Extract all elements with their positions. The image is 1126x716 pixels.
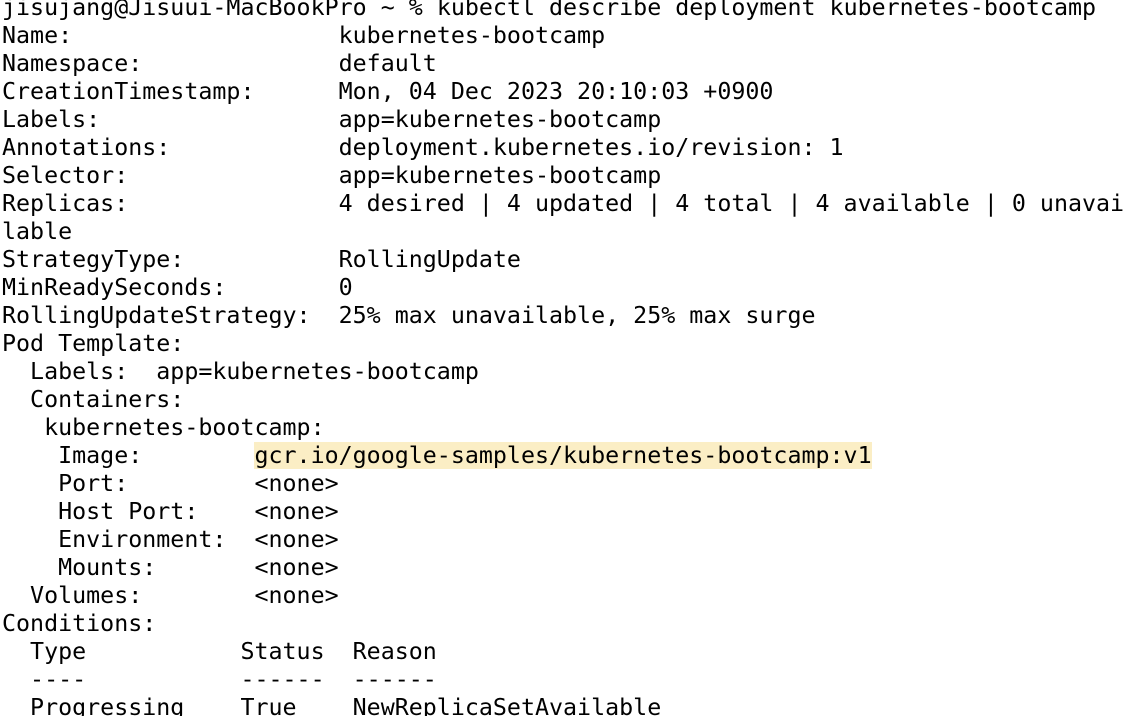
output-line: lable bbox=[2, 218, 73, 245]
output-line: Labels: app=kubernetes-bootcamp bbox=[2, 106, 662, 133]
output-line: Port: <none> bbox=[2, 470, 339, 497]
output-line: Labels: app=kubernetes-bootcamp bbox=[2, 358, 479, 385]
output-line: Type Status Reason bbox=[2, 638, 437, 665]
output-line: StrategyType: RollingUpdate bbox=[2, 246, 521, 273]
output-line: Progressing True NewReplicaSetAvailable bbox=[2, 694, 662, 716]
output-line: Environment: <none> bbox=[2, 526, 339, 553]
output-line: kubernetes-bootcamp: bbox=[2, 414, 325, 441]
image-label: Image: bbox=[2, 442, 255, 469]
output-line: Annotations: deployment.kubernetes.io/re… bbox=[2, 134, 844, 161]
output-line: MinReadySeconds: 0 bbox=[2, 274, 353, 301]
output-line: Selector: app=kubernetes-bootcamp bbox=[2, 162, 662, 189]
command-line: jisujang@Jisuui-MacBookPro ~ % kubectl d… bbox=[2, 0, 1124, 22]
output-line: Containers: bbox=[2, 386, 185, 413]
output-line: RollingUpdateStrategy: 25% max unavailab… bbox=[2, 302, 816, 329]
output-line: Mounts: <none> bbox=[2, 554, 339, 581]
output-line: Volumes: <none> bbox=[2, 582, 339, 609]
output-line: CreationTimestamp: Mon, 04 Dec 2023 20:1… bbox=[2, 78, 774, 105]
output-line: ---- ------ ------ bbox=[2, 666, 437, 693]
output-line: Pod Template: bbox=[2, 330, 185, 357]
terminal-window[interactable]: jisujang@Jisuui-MacBookPro ~ % kubectl d… bbox=[0, 0, 1126, 716]
shell-prompt: jisujang@Jisuui-MacBookPro ~ % bbox=[2, 0, 437, 21]
output-line: Name: kubernetes-bootcamp bbox=[2, 22, 606, 49]
image-line: Image: gcr.io/google-samples/kubernetes-… bbox=[2, 442, 1124, 470]
selected-image-text[interactable]: gcr.io/google-samples/kubernetes-bootcam… bbox=[254, 442, 872, 469]
command-text: kubectl describe deployment kubernetes-b… bbox=[436, 0, 1097, 21]
output-line: Conditions: bbox=[2, 610, 157, 637]
output-line: Replicas: 4 desired | 4 updated | 4 tota… bbox=[2, 190, 1125, 217]
output-line: Host Port: <none> bbox=[2, 498, 339, 525]
terminal-output: jisujang@Jisuui-MacBookPro ~ % kubectl d… bbox=[2, 0, 1124, 716]
output-line: Namespace: default bbox=[2, 50, 437, 77]
